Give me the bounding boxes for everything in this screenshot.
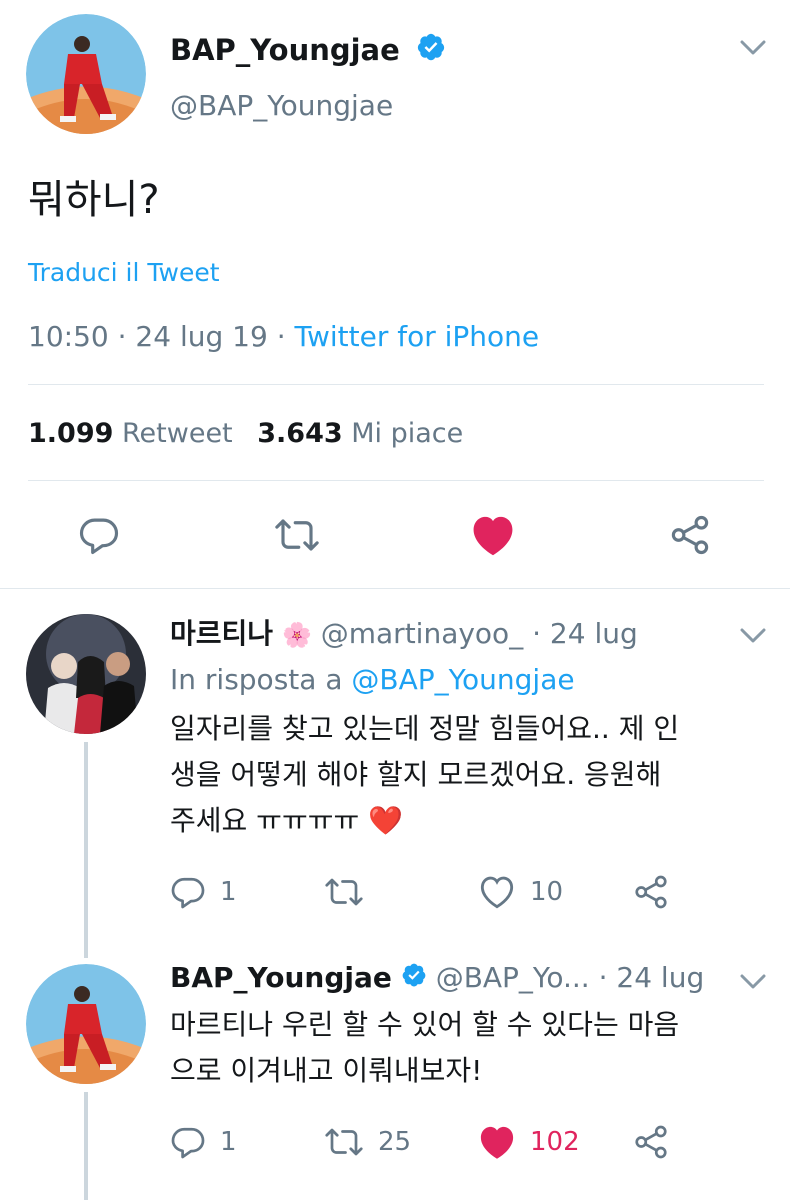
- retweets-stat[interactable]: 1.099 Retweet: [28, 418, 241, 449]
- like-button[interactable]: [470, 514, 516, 556]
- reply-icon: [171, 1127, 205, 1159]
- retweets-count: 1.099: [28, 418, 114, 449]
- tweet-date[interactable]: 24 lug: [616, 961, 704, 994]
- tweet-text: 마르티나 우린 할 수 있어 할 수 있다는 마음 으로 이겨내고 이뤄내보자!: [170, 1002, 780, 1094]
- reply-count: 1: [220, 1127, 237, 1157]
- avatar[interactable]: [26, 14, 146, 134]
- reply-context: In risposta a @BAP_Youngjae: [170, 660, 575, 700]
- tweet-time: 10:50: [28, 320, 109, 353]
- thread-line: [84, 742, 88, 958]
- thread-line: [84, 1092, 88, 1200]
- tweet-date[interactable]: 24 lug: [550, 617, 638, 650]
- divider: [28, 384, 764, 385]
- red-heart-emoji: ❤️: [368, 804, 404, 837]
- tweet-text: 일자리를 찾고 있는데 정말 힘들어요.. 제 인 생을 어떻게 해야 할지 모…: [170, 706, 770, 844]
- retweet-count: 25: [378, 1127, 412, 1157]
- reply-button[interactable]: 1: [170, 874, 237, 910]
- retweet-button[interactable]: 25: [324, 1124, 411, 1160]
- like-button[interactable]: 102: [478, 1124, 580, 1160]
- reply-to-handle[interactable]: @BAP_Youngjae: [351, 663, 574, 696]
- likes-stat[interactable]: 3.643 Mi piace: [257, 418, 463, 449]
- reply-button[interactable]: 1: [170, 1124, 237, 1160]
- likes-label: Mi piace: [351, 418, 464, 449]
- tweet-text-line: 주세요 ㅠㅠㅠㅠ ❤️: [170, 798, 770, 844]
- tweet-text-line: 으로 이겨내고 이뤄내보자!: [170, 1054, 483, 1087]
- share-button[interactable]: [632, 874, 670, 910]
- share-icon: [635, 1125, 667, 1159]
- cherry-blossom-emoji: 🌸: [281, 621, 312, 649]
- tweet-source[interactable]: Twitter for iPhone: [295, 320, 540, 353]
- reply-icon: [171, 877, 205, 909]
- meta-separator: ·: [117, 320, 127, 353]
- heart-outline-icon: [480, 876, 514, 909]
- avatar[interactable]: [26, 614, 146, 734]
- chevron-down-icon[interactable]: [740, 628, 766, 644]
- handle[interactable]: @martinayoo_: [321, 617, 523, 650]
- like-button[interactable]: 10: [478, 874, 563, 910]
- avatar[interactable]: [26, 964, 146, 1084]
- verified-badge-icon: [401, 957, 427, 1001]
- reply-count: 1: [220, 877, 237, 907]
- tweet-meta: 10:50 · 24 lug 19 · Twitter for iPhone: [28, 318, 539, 356]
- display-name[interactable]: BAP_Youngjae: [170, 30, 446, 72]
- likes-count: 3.643: [257, 418, 343, 449]
- handle[interactable]: @BAP_Youngjae: [170, 88, 393, 124]
- tweet-stats: 1.099 Retweet 3.643 Mi piace: [28, 416, 463, 452]
- verified-badge-icon: [416, 32, 446, 72]
- like-count: 10: [530, 877, 564, 907]
- heart-filled-icon: [473, 516, 513, 556]
- tweet-text-line: 생을 어떻게 해야 할지 모르겠어요. 응원해: [170, 758, 662, 791]
- translate-link[interactable]: Traduci il Tweet: [28, 255, 220, 291]
- share-icon: [635, 875, 667, 909]
- meta-separator: ·: [532, 617, 542, 650]
- reply-prefix: In risposta a: [170, 663, 343, 696]
- meta-separator: ·: [598, 961, 608, 994]
- meta-separator: ·: [276, 320, 286, 353]
- share-button[interactable]: [668, 514, 712, 556]
- share-button[interactable]: [632, 1124, 670, 1160]
- reply-button[interactable]: [78, 514, 120, 556]
- reply-header: BAP_Youngjae @BAP_Yo... · 24 lug: [170, 956, 704, 1001]
- retweet-icon: [325, 1128, 363, 1156]
- share-icon: [671, 515, 709, 555]
- display-name[interactable]: 마르티나: [170, 617, 273, 650]
- section-divider: [0, 588, 790, 589]
- chevron-down-icon[interactable]: [740, 40, 766, 56]
- handle[interactable]: @BAP_Yo...: [436, 961, 590, 994]
- retweet-icon: [325, 878, 363, 906]
- reply-icon: [79, 518, 119, 555]
- heart-filled-icon: [480, 1126, 514, 1159]
- tweet-date: 24 lug 19: [135, 320, 268, 353]
- reply-header: 마르티나 🌸 @martinayoo_ · 24 lug: [170, 612, 638, 657]
- tweet-text-line: 마르티나 우린 할 수 있어 할 수 있다는 마음: [170, 1008, 680, 1041]
- tweet-text-line: 일자리를 찾고 있는데 정말 힘들어요.. 제 인: [170, 712, 680, 745]
- retweets-label: Retweet: [122, 418, 233, 449]
- retweet-button[interactable]: [274, 514, 320, 556]
- tweet-text-segment: 주세요 ㅠㅠㅠㅠ: [170, 804, 360, 837]
- chevron-down-icon[interactable]: [740, 974, 766, 990]
- display-name-text[interactable]: BAP_Youngjae: [170, 33, 400, 67]
- divider: [28, 480, 764, 481]
- like-count: 102: [530, 1127, 580, 1157]
- tweet-text: 뭐하니?: [28, 177, 160, 223]
- display-name[interactable]: BAP_Youngjae: [170, 961, 392, 994]
- retweet-button[interactable]: [324, 874, 364, 910]
- retweet-icon: [275, 519, 319, 551]
